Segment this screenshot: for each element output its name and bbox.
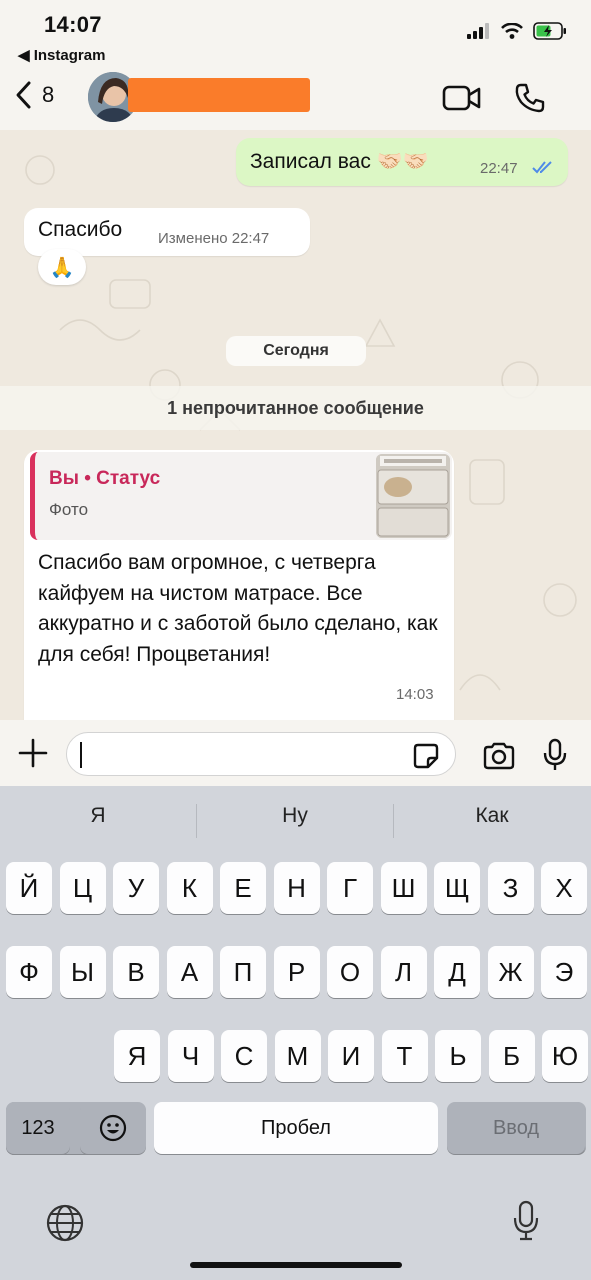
globe-icon xyxy=(46,1204,84,1242)
unread-banner: 1 непрочитанное сообщение xyxy=(0,386,591,430)
date-separator: Сегодня xyxy=(226,336,366,366)
key[interactable]: Ю xyxy=(542,1030,588,1082)
message-text: Спасибо вам огромное, с четверга кайфуем… xyxy=(38,551,438,666)
suggestion-3[interactable]: Как xyxy=(394,804,590,828)
key[interactable]: И xyxy=(328,1030,374,1082)
read-ticks-icon xyxy=(532,161,552,174)
status-photo-thumbnail xyxy=(376,454,450,538)
battery-icon xyxy=(533,22,566,40)
outgoing-message[interactable]: Записал вас 🤝🏻🤝🏻 22:47 xyxy=(236,138,568,186)
phone-icon xyxy=(515,83,545,113)
message-text: Записал вас 🤝🏻🤝🏻 xyxy=(250,150,429,173)
back-button[interactable]: 8 xyxy=(14,80,54,110)
key[interactable]: Я xyxy=(114,1030,160,1082)
unread-count: 8 xyxy=(42,82,55,107)
back-triangle-icon: ◀ xyxy=(18,47,30,64)
sticker-icon xyxy=(413,743,439,769)
emoji-key[interactable] xyxy=(80,1102,146,1154)
contact-name-redacted[interactable] xyxy=(128,78,310,112)
quote-type: Фото xyxy=(49,500,89,519)
key[interactable]: У xyxy=(113,862,159,914)
key[interactable]: Т xyxy=(381,1030,428,1082)
key[interactable]: Ы xyxy=(59,946,106,998)
return-key[interactable]: Ввод xyxy=(447,1102,585,1154)
microphone-icon xyxy=(543,738,567,770)
key[interactable]: М xyxy=(274,1030,321,1082)
plus-icon xyxy=(18,738,48,768)
video-call-button[interactable] xyxy=(442,84,482,117)
back-to-app-link[interactable]: ◀ Instagram xyxy=(18,46,105,64)
camera-icon xyxy=(483,742,515,770)
globe-button[interactable] xyxy=(46,1204,84,1247)
message-text: Спасибо xyxy=(38,218,123,241)
voice-message-button[interactable] xyxy=(542,738,568,777)
message-time: 14:03 xyxy=(396,686,434,703)
incoming-message-reply[interactable]: Вы • Статус Фото Спасибо вам огромное, с… xyxy=(24,450,454,720)
wifi-icon xyxy=(501,23,523,39)
key[interactable]: Л xyxy=(380,946,427,998)
key[interactable]: К xyxy=(166,862,213,914)
key[interactable]: Ч xyxy=(167,1030,214,1082)
quote-author: Вы • Статус xyxy=(49,468,161,489)
chat-area[interactable]: Записал вас 🤝🏻🤝🏻 22:47 Спасибо Изменено … xyxy=(0,130,591,720)
key[interactable]: Щ xyxy=(434,862,480,914)
suggestion-1[interactable]: Я xyxy=(0,804,196,828)
clock: 14:07 xyxy=(44,12,102,37)
key[interactable]: А xyxy=(166,946,213,998)
quoted-status[interactable]: Вы • Статус Фото xyxy=(30,452,452,540)
key[interactable]: Э xyxy=(541,946,587,998)
key[interactable]: Ц xyxy=(59,862,106,914)
phone-call-button[interactable] xyxy=(514,82,546,119)
back-app-label: Instagram xyxy=(33,47,106,64)
microphone-icon xyxy=(513,1200,539,1241)
key[interactable]: Ф xyxy=(6,946,52,998)
key[interactable]: В xyxy=(113,946,159,998)
suggestion-2[interactable]: Ну xyxy=(197,804,393,828)
edited-label: Изменено 22:47 xyxy=(158,230,270,247)
message-input[interactable] xyxy=(66,732,456,776)
key[interactable]: З xyxy=(487,862,534,914)
key[interactable]: Й xyxy=(6,862,52,914)
chevron-left-icon xyxy=(16,81,31,109)
text-caret xyxy=(80,742,82,768)
key[interactable]: Х xyxy=(541,862,587,914)
attach-button[interactable] xyxy=(18,738,48,773)
video-call-icon xyxy=(442,85,481,111)
home-indicator xyxy=(190,1262,402,1268)
status-bar: 14:07 ◀ Instagram xyxy=(0,0,591,66)
message-time: 22:47 xyxy=(480,160,518,177)
camera-button[interactable] xyxy=(482,742,516,775)
key[interactable]: Г xyxy=(327,862,373,914)
key[interactable]: Е xyxy=(220,862,266,914)
key[interactable]: Ш xyxy=(380,862,427,914)
key[interactable]: С xyxy=(221,1030,267,1082)
key[interactable]: Д xyxy=(434,946,480,998)
keyboard: Я Ну Как ЙЦУКЕНГШЩЗХ ФЫВАПРОЛДЖЭ ЯЧСМИТЬ… xyxy=(0,786,591,1280)
signal-icon xyxy=(467,23,489,39)
sticker-button[interactable] xyxy=(412,742,440,775)
key[interactable]: Ь xyxy=(435,1030,481,1082)
key[interactable]: Н xyxy=(273,862,320,914)
key[interactable]: Р xyxy=(273,946,320,998)
key[interactable]: О xyxy=(327,946,373,998)
space-key[interactable]: Пробел xyxy=(154,1102,438,1154)
emoji-icon xyxy=(99,1114,127,1142)
key[interactable]: П xyxy=(220,946,266,998)
key[interactable]: Б xyxy=(488,1030,535,1082)
status-icons xyxy=(467,22,567,40)
dictation-button[interactable] xyxy=(512,1200,540,1247)
chat-header: 8 xyxy=(0,66,591,130)
numbers-key[interactable]: 123 xyxy=(6,1102,70,1154)
key[interactable]: Ж xyxy=(487,946,534,998)
reaction-badge[interactable]: 🙏 xyxy=(38,249,86,285)
composer-bar xyxy=(0,720,591,786)
